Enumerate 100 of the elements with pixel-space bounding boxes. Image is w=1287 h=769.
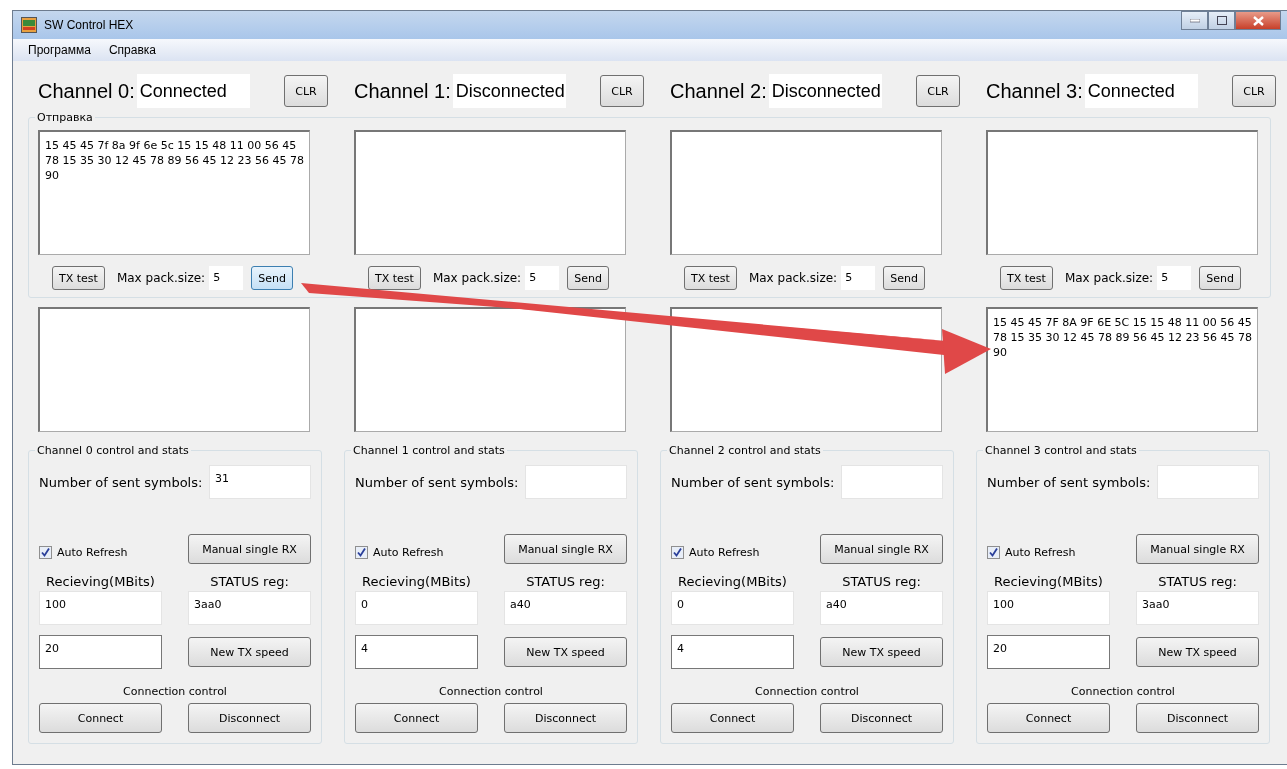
tx-test-button[interactable]: TX test bbox=[52, 266, 105, 290]
clear-button[interactable]: CLR bbox=[600, 75, 644, 107]
status-reg-field[interactable]: 3aa0 bbox=[1136, 591, 1259, 625]
new-tx-speed-button[interactable]: New TX speed bbox=[188, 637, 311, 667]
group-title: Channel 3 control and stats bbox=[984, 444, 1138, 457]
max-pack-size-field[interactable]: 5 bbox=[1157, 266, 1192, 290]
checkbox-label[interactable]: Auto Refresh bbox=[689, 545, 760, 559]
connect-button[interactable]: Connect bbox=[39, 703, 162, 733]
max-pack-size-field[interactable]: 5 bbox=[209, 266, 244, 290]
transmit-text-area[interactable] bbox=[986, 130, 1258, 255]
manual-rx-button[interactable]: Manual single RX bbox=[1136, 534, 1259, 564]
checkbox[interactable] bbox=[355, 545, 368, 559]
send-button[interactable]: Send bbox=[567, 266, 609, 290]
minimize-button[interactable] bbox=[1181, 11, 1208, 30]
status-field: Connected bbox=[136, 74, 250, 108]
max-pack-size-label: Max pack.size: bbox=[432, 271, 522, 285]
new-tx-speed-button[interactable]: New TX speed bbox=[1136, 637, 1259, 667]
send-button[interactable]: Send bbox=[1199, 266, 1241, 290]
maximize-button[interactable] bbox=[1208, 11, 1235, 30]
tx-speed-field[interactable]: 4 bbox=[671, 635, 794, 669]
status-reg-label: STATUS reg: bbox=[525, 573, 606, 589]
status-field: Disconnected bbox=[768, 74, 882, 108]
disconnect-button[interactable]: Disconnect bbox=[504, 703, 627, 733]
clear-button[interactable]: CLR bbox=[1232, 75, 1276, 107]
clear-button[interactable]: CLR bbox=[284, 75, 328, 107]
checkbox[interactable] bbox=[987, 545, 1000, 559]
group-title: Channel 0 control and stats bbox=[36, 444, 190, 457]
close-icon bbox=[1252, 15, 1264, 26]
tx-speed-field[interactable]: 4 bbox=[355, 635, 478, 669]
receiving-field[interactable]: 0 bbox=[355, 591, 478, 625]
max-pack-size-label: Max pack.size: bbox=[1064, 271, 1154, 285]
channel-label: Channel 2: bbox=[670, 79, 767, 103]
send-button[interactable]: Send bbox=[251, 266, 293, 290]
status-field: Disconnected bbox=[452, 74, 566, 108]
status-field: Connected bbox=[1084, 74, 1198, 108]
disconnect-button[interactable]: Disconnect bbox=[820, 703, 943, 733]
checkbox[interactable] bbox=[671, 545, 684, 559]
receiving-field[interactable]: 100 bbox=[987, 591, 1110, 625]
group-title: Отправка bbox=[36, 111, 94, 124]
minimize-icon bbox=[1189, 18, 1200, 23]
transmit-text-area[interactable]: 15 45 45 7f 8a 9f 6e 5c 15 15 48 11 00 56 45 78 15 35 30 12 45 78 89 56 45 12 23 56 45 78 90 bbox=[38, 130, 310, 255]
disconnect-button[interactable]: Disconnect bbox=[1136, 703, 1259, 733]
transmit-text-area[interactable] bbox=[354, 130, 626, 255]
manual-rx-button[interactable]: Manual single RX bbox=[820, 534, 943, 564]
group-title: Channel 2 control and stats bbox=[668, 444, 822, 457]
max-pack-size-label: Max pack.size: bbox=[748, 271, 838, 285]
connect-button[interactable]: Connect bbox=[671, 703, 794, 733]
menu-item[interactable]: Программа bbox=[19, 43, 100, 57]
receiving-label: Recieving(MBits) bbox=[45, 573, 156, 589]
transmit-text-area[interactable] bbox=[670, 130, 942, 255]
max-pack-size-field[interactable]: 5 bbox=[525, 266, 560, 290]
sent-symbols-field[interactable] bbox=[1157, 465, 1259, 499]
connection-control-label: Connection control bbox=[754, 685, 860, 700]
checkbox-label[interactable]: Auto Refresh bbox=[373, 545, 444, 559]
new-tx-speed-button[interactable]: New TX speed bbox=[820, 637, 943, 667]
connection-control-label: Connection control bbox=[438, 685, 544, 700]
status-reg-field[interactable]: a40 bbox=[504, 591, 627, 625]
receive-text-area[interactable]: 15 45 45 7F 8A 9F 6E 5C 15 15 48 11 00 56 45 78 15 35 30 12 45 78 89 56 45 12 23 56 45 78 90 bbox=[986, 307, 1258, 432]
status-reg-label: STATUS reg: bbox=[841, 573, 922, 589]
disconnect-button[interactable]: Disconnect bbox=[188, 703, 311, 733]
manual-rx-button[interactable]: Manual single RX bbox=[188, 534, 311, 564]
sent-symbols-label: Number of sent symbols: bbox=[39, 474, 203, 490]
tx-speed-field[interactable]: 20 bbox=[39, 635, 162, 669]
sent-symbols-label: Number of sent symbols: bbox=[987, 474, 1151, 490]
checkbox-label[interactable]: Auto Refresh bbox=[57, 545, 128, 559]
max-pack-size-label: Max pack.size: bbox=[116, 271, 206, 285]
receiving-field[interactable]: 100 bbox=[39, 591, 162, 625]
receiving-label: Recieving(MBits) bbox=[993, 573, 1104, 589]
tx-test-button[interactable]: TX test bbox=[684, 266, 737, 290]
window-title: SW Control HEX bbox=[44, 18, 134, 32]
sent-symbols-field[interactable] bbox=[841, 465, 943, 499]
status-reg-field[interactable]: 3aa0 bbox=[188, 591, 311, 625]
tx-speed-field[interactable]: 20 bbox=[987, 635, 1110, 669]
clear-button[interactable]: CLR bbox=[916, 75, 960, 107]
tx-test-button[interactable]: TX test bbox=[368, 266, 421, 290]
close-button[interactable] bbox=[1235, 11, 1281, 30]
receive-text-area[interactable] bbox=[670, 307, 942, 432]
checkbox-label[interactable]: Auto Refresh bbox=[1005, 545, 1076, 559]
receive-text-area[interactable] bbox=[38, 307, 310, 432]
connection-control-label: Connection control bbox=[122, 685, 228, 700]
checkbox[interactable] bbox=[39, 545, 52, 559]
connection-control-label: Connection control bbox=[1070, 685, 1176, 700]
manual-rx-button[interactable]: Manual single RX bbox=[504, 534, 627, 564]
sent-symbols-label: Number of sent symbols: bbox=[671, 474, 835, 490]
max-pack-size-field[interactable]: 5 bbox=[841, 266, 876, 290]
sent-symbols-label: Number of sent symbols: bbox=[355, 474, 519, 490]
group-title: Channel 1 control and stats bbox=[352, 444, 506, 457]
sent-symbols-field[interactable]: 31 bbox=[209, 465, 311, 499]
sent-symbols-field[interactable] bbox=[525, 465, 627, 499]
connect-button[interactable]: Connect bbox=[987, 703, 1110, 733]
status-reg-field[interactable]: a40 bbox=[820, 591, 943, 625]
receiving-label: Recieving(MBits) bbox=[677, 573, 788, 589]
receive-text-area[interactable] bbox=[354, 307, 626, 432]
maximize-icon bbox=[1216, 16, 1227, 25]
menu-item[interactable]: Справка bbox=[99, 43, 165, 57]
receiving-field[interactable]: 0 bbox=[671, 591, 794, 625]
new-tx-speed-button[interactable]: New TX speed bbox=[504, 637, 627, 667]
tx-test-button[interactable]: TX test bbox=[1000, 266, 1053, 290]
send-button[interactable]: Send bbox=[883, 266, 925, 290]
connect-button[interactable]: Connect bbox=[355, 703, 478, 733]
